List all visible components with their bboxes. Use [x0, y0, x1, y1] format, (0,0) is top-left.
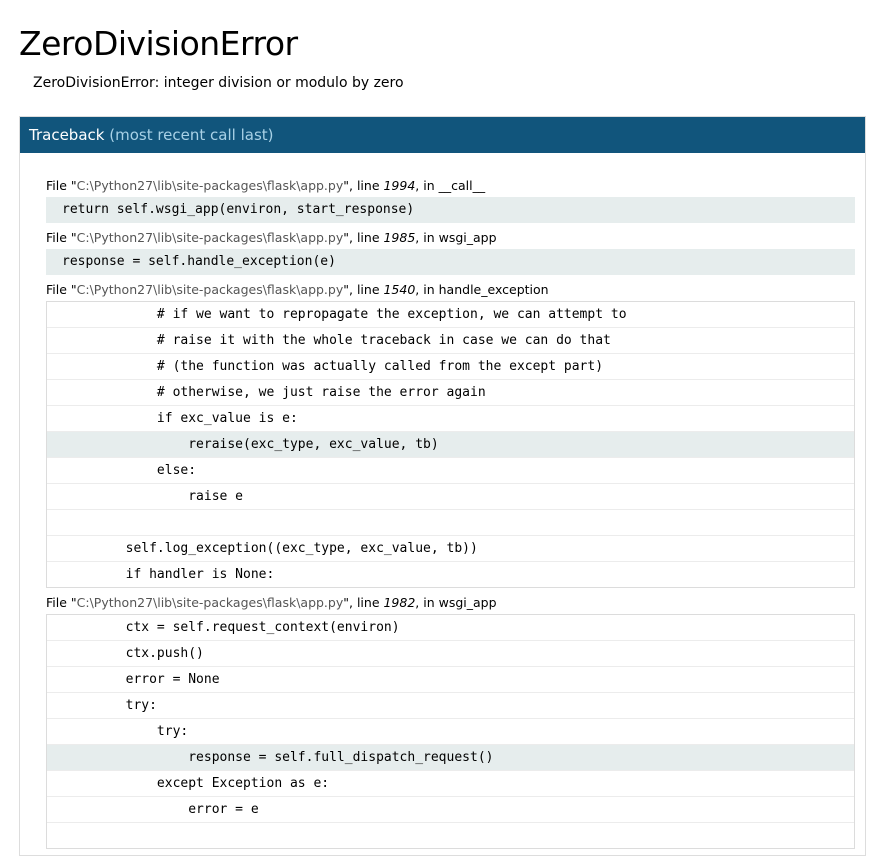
frame-line-number: 1540 — [383, 282, 416, 297]
frame-function: handle_exception — [438, 282, 549, 297]
source-line: self.log_exception((exc_type, exc_value,… — [47, 535, 854, 561]
source-line: try: — [47, 718, 854, 744]
frame-function: wsgi_app — [438, 595, 497, 610]
error-message: ZeroDivisionError: integer division or m… — [33, 75, 404, 91]
frame-file-path: C:\Python27\lib\site-packages\flask\app.… — [76, 595, 344, 610]
traceback-frames: File "C:\Python27\lib\site-packages\flas… — [20, 153, 865, 849]
frame-location: File "C:\Python27\lib\site-packages\flas… — [46, 230, 497, 245]
traceback-panel: Traceback (most recent call last) File "… — [19, 116, 866, 856]
frame-current-line[interactable]: return self.wsgi_app(environ, start_resp… — [46, 197, 855, 223]
traceback-sublabel: (most recent call last) — [109, 126, 274, 144]
source-line: if handler is None: — [47, 561, 854, 587]
traceback-label: Traceback — [29, 126, 105, 144]
frame-line-number: 1985 — [383, 230, 416, 245]
frame-source-block[interactable]: # if we want to repropagate the exceptio… — [46, 301, 855, 588]
error-title: ZeroDivisionError — [19, 24, 298, 63]
frame-function: wsgi_app — [438, 230, 497, 245]
frame-line-number: 1982 — [383, 595, 416, 610]
source-line: # raise it with the whole traceback in c… — [47, 327, 854, 353]
source-line — [47, 822, 854, 848]
source-line: error = None — [47, 666, 854, 692]
frame-file-path: C:\Python27\lib\site-packages\flask\app.… — [76, 282, 344, 297]
source-line: if exc_value is e: — [47, 405, 854, 431]
frame-source-block[interactable]: ctx = self.request_context(environ) ctx.… — [46, 614, 855, 849]
frame-location: File "C:\Python27\lib\site-packages\flas… — [46, 282, 549, 297]
frame-file-path: C:\Python27\lib\site-packages\flask\app.… — [76, 178, 344, 193]
source-line: error = e — [47, 796, 854, 822]
source-line: # otherwise, we just raise the error aga… — [47, 379, 854, 405]
frame-function: __call__ — [438, 178, 486, 193]
source-line-current: response = self.full_dispatch_request() — [47, 744, 854, 770]
source-line: ctx.push() — [47, 640, 854, 666]
traceback-header[interactable]: Traceback (most recent call last) — [20, 117, 865, 153]
frame-file-path: C:\Python27\lib\site-packages\flask\app.… — [76, 230, 344, 245]
frame-line-number: 1994 — [383, 178, 416, 193]
source-line: raise e — [47, 483, 854, 509]
source-line: ctx = self.request_context(environ) — [63, 620, 400, 635]
source-line-current: reraise(exc_type, exc_value, tb) — [47, 431, 854, 457]
source-line: # if we want to repropagate the exceptio… — [63, 307, 627, 322]
source-line — [47, 509, 854, 535]
frame-current-line[interactable]: response = self.handle_exception(e) — [46, 249, 855, 275]
frame-location: File "C:\Python27\lib\site-packages\flas… — [46, 178, 486, 193]
source-line: try: — [47, 692, 854, 718]
source-line: else: — [47, 457, 854, 483]
source-line: except Exception as e: — [47, 770, 854, 796]
frame-location: File "C:\Python27\lib\site-packages\flas… — [46, 595, 497, 610]
source-line: # (the function was actually called from… — [47, 353, 854, 379]
